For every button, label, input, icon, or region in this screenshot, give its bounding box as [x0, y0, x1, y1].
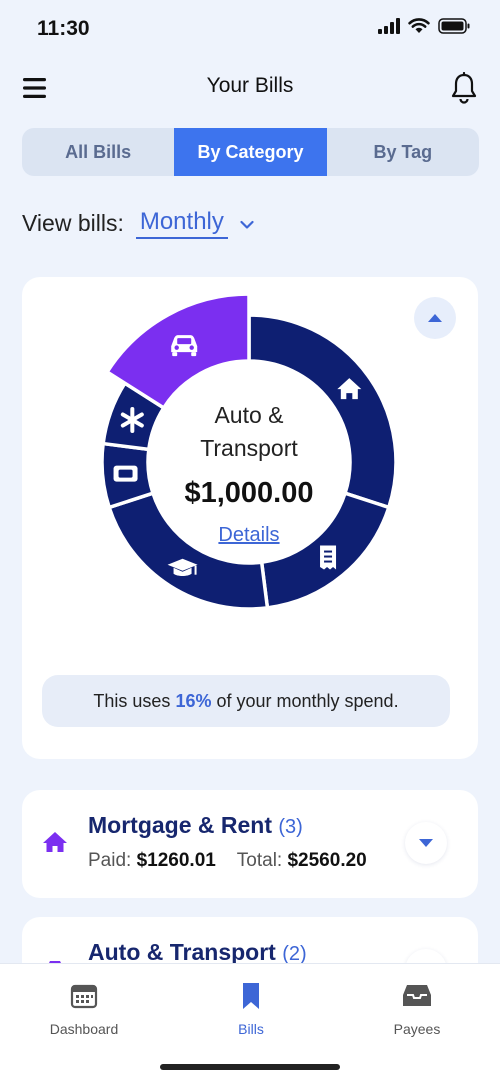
status-icons [378, 18, 470, 34]
category-count: (3) [278, 816, 303, 838]
tab-bills[interactable]: Bills [181, 982, 321, 1037]
home-icon [43, 832, 67, 852]
view-bills-row: View bills: Monthly [22, 208, 254, 239]
category-count: (2) [282, 943, 307, 965]
tab-payees[interactable]: Payees [347, 982, 487, 1037]
spend-percent: 16% [175, 690, 212, 711]
category-card-mortgage-rent[interactable]: Mortgage & Rent (3) Paid: $1260.01 Total… [22, 790, 478, 898]
battery-icon [438, 18, 470, 34]
selected-category-name-line1: Auto & [214, 402, 284, 428]
category-chart-card: Auto & Transport $1,000.00 Details This … [22, 277, 478, 759]
calendar-icon [70, 984, 98, 1009]
category-title: Auto & Transport (2) [88, 939, 307, 966]
bell-icon [451, 71, 477, 104]
expand-button[interactable] [405, 822, 447, 864]
tab-all-bills[interactable]: All Bills [22, 128, 174, 176]
caret-up-icon [428, 314, 442, 322]
chart-center-label: Auto & Transport $1,000.00 Details [149, 399, 349, 547]
total-value: $2560.20 [287, 850, 367, 871]
chevron-down-icon[interactable] [240, 220, 254, 230]
status-time: 11:30 [37, 17, 90, 40]
page-title: Your Bills [206, 74, 294, 97]
tab-label: Payees [393, 1021, 441, 1037]
tab-by-tag[interactable]: By Tag [327, 128, 479, 176]
tab-label: Dashboard [49, 1021, 119, 1037]
signal-icon [378, 18, 400, 34]
tab-by-category[interactable]: By Category [174, 128, 327, 176]
spend-prefix: This uses [93, 690, 171, 711]
paid-value: $1260.01 [136, 850, 216, 871]
category-title: Mortgage & Rent (3) [88, 812, 303, 839]
status-bar: 11:30 [0, 0, 500, 62]
ticket-icon [113, 465, 138, 482]
receipt-icon [320, 545, 337, 570]
notifications-button[interactable] [450, 71, 478, 104]
selected-category-amount: $1,000.00 [184, 477, 314, 509]
inbox-icon [403, 985, 431, 1006]
view-mode-segmented-control: All Bills By Category By Tag [22, 128, 479, 176]
selected-category-name-line2: Transport [200, 435, 298, 461]
category-name: Auto & Transport [88, 939, 276, 965]
category-totals: Paid: $1260.01 Total: $2560.20 [88, 850, 383, 872]
total-label: Total: [236, 850, 283, 871]
view-bills-label: View bills: [22, 210, 124, 236]
paid-label: Paid: [88, 850, 132, 871]
caret-down-icon [419, 839, 433, 847]
wifi-icon [408, 18, 430, 33]
spend-suffix: of your monthly spend. [216, 690, 399, 711]
period-select[interactable]: Monthly [135, 208, 228, 239]
tab-dashboard[interactable]: Dashboard [14, 982, 154, 1037]
bookmark-icon [243, 983, 259, 1009]
home-indicator [160, 1064, 340, 1070]
app-header: Your Bills [0, 62, 500, 118]
tab-label: Bills [238, 1021, 264, 1037]
category-name: Mortgage & Rent [88, 812, 272, 838]
spend-summary: This uses 16% of your monthly spend. [42, 675, 450, 727]
details-link[interactable]: Details [218, 524, 279, 547]
bottom-tab-bar: Dashboard Bills Payees [0, 963, 500, 1084]
collapse-button[interactable] [414, 297, 456, 339]
